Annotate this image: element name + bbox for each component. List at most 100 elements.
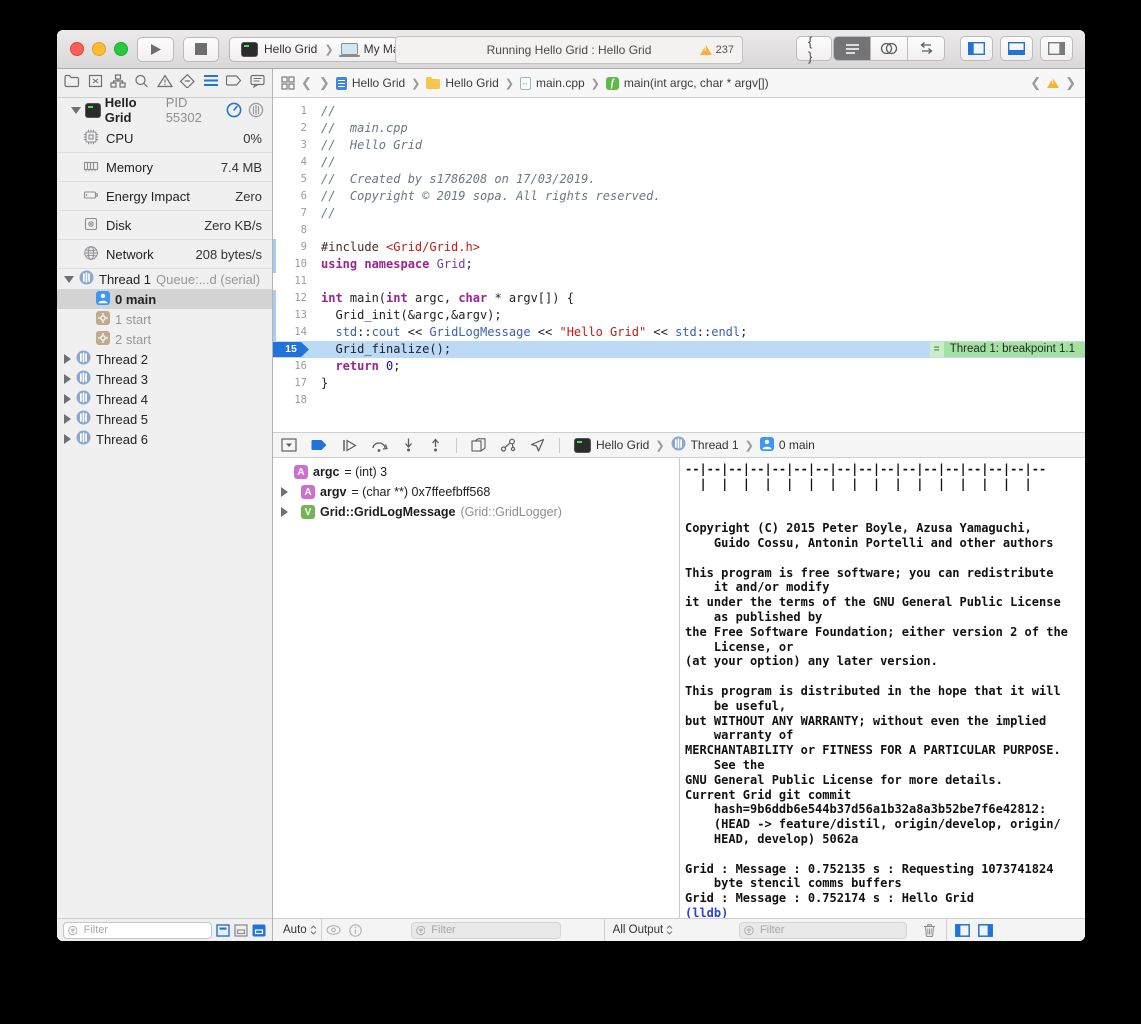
disclosure-triangle-icon[interactable] — [64, 434, 71, 444]
breakpoint-annotation[interactable]: =Thread 1: breakpoint 1.1 — [930, 342, 1085, 357]
line-number[interactable]: 18 — [273, 392, 307, 409]
gauge-row-disk[interactable]: DiskZero KB/s — [57, 210, 272, 239]
line-number[interactable]: 14 — [273, 324, 307, 341]
show-console-view-button[interactable] — [974, 924, 997, 937]
line-number[interactable]: 6 — [273, 188, 307, 205]
breadcrumb-group[interactable]: Hello Grid — [426, 76, 498, 90]
gauge-row-memory[interactable]: Memory7.4 MB — [57, 152, 272, 181]
breakpoints-toggle-icon[interactable] — [311, 439, 328, 451]
breadcrumb-file[interactable]: main.cpp — [520, 76, 585, 90]
step-over-icon[interactable] — [371, 439, 388, 452]
line-number[interactable]: 7 — [273, 205, 307, 222]
code-line[interactable]: 4// — [273, 154, 1085, 171]
standard-editor-button[interactable] — [834, 37, 870, 60]
thread-row[interactable]: Thread 5 — [57, 409, 272, 429]
code-line[interactable]: 18 — [273, 392, 1085, 409]
line-number[interactable]: 3 — [273, 137, 307, 154]
variable-row[interactable]: Aargc= (int) 3 — [273, 462, 679, 482]
disclosure-triangle-icon[interactable] — [64, 354, 71, 364]
symbol-navigator-tab[interactable] — [110, 74, 126, 93]
go-back-icon[interactable]: ❮ — [300, 75, 313, 91]
code-line[interactable]: 8 — [273, 222, 1085, 239]
line-number[interactable]: 17 — [273, 375, 307, 392]
disclosure-triangle-icon[interactable] — [281, 487, 296, 497]
thread-row[interactable]: Thread 1 Queue:...d (serial) — [57, 269, 272, 289]
variables-filter-field[interactable] — [411, 922, 561, 939]
filter-view-icon[interactable] — [252, 924, 266, 937]
lldb-prompt[interactable]: (lldb) — [685, 906, 1085, 918]
library-button[interactable]: { } — [796, 36, 832, 61]
gauge-row-cpu[interactable]: CPU0% — [57, 124, 272, 152]
line-number[interactable]: 9 — [273, 239, 307, 256]
debug-navigator-tab[interactable] — [203, 74, 219, 92]
disclosure-triangle-icon[interactable] — [64, 414, 71, 424]
debug-crumb-thread[interactable]: Thread 1 — [691, 438, 739, 452]
variable-row[interactable]: VGrid::GridLogMessage(Grid::GridLogger) — [273, 502, 679, 522]
line-number[interactable]: 4 — [273, 154, 307, 171]
stack-frame-row[interactable]: 0 main — [57, 289, 272, 309]
toggle-debug-area-button[interactable] — [1000, 36, 1033, 61]
code-line[interactable]: 2// main.cpp — [273, 120, 1085, 137]
disclosure-triangle-icon[interactable] — [281, 507, 296, 517]
variables-filter-input[interactable] — [429, 923, 555, 937]
close-window-button[interactable] — [70, 42, 84, 56]
line-number[interactable]: 16 — [273, 358, 307, 375]
next-issue-icon[interactable]: ❯ — [1064, 75, 1077, 91]
console-output[interactable]: --|--|--|--|--|--|--|--|--|--|--|--|--|-… — [680, 458, 1085, 918]
issue-warning-icon[interactable] — [1047, 78, 1059, 88]
line-number[interactable]: 2 — [273, 120, 307, 137]
console-output-popup[interactable]: All Output — [609, 924, 678, 936]
thread-row[interactable]: Thread 4 — [57, 389, 272, 409]
version-editor-button[interactable] — [907, 37, 944, 60]
thread-row[interactable]: Thread 2 — [57, 349, 272, 369]
console-filter-input[interactable] — [758, 923, 902, 937]
scheme-selector[interactable]: Hello Grid ❯ My Mac — [229, 37, 418, 62]
zoom-window-button[interactable] — [114, 42, 128, 56]
disclosure-triangle-icon[interactable] — [64, 394, 71, 404]
code-line[interactable]: 1// — [273, 103, 1085, 120]
line-number[interactable]: 10 — [273, 256, 307, 273]
code-line[interactable]: 17} — [273, 375, 1085, 392]
threads-mode-icon[interactable] — [248, 102, 264, 118]
debug-view-hierarchy-icon[interactable] — [471, 438, 486, 452]
clear-console-button[interactable] — [919, 923, 940, 937]
run-button[interactable] — [137, 37, 174, 62]
line-number[interactable]: 12 — [273, 290, 307, 307]
code-line[interactable]: 14 std::cout << GridLogMessage << "Hello… — [273, 324, 1085, 341]
line-number[interactable]: 11 — [273, 273, 307, 290]
disclosure-triangle-icon[interactable] — [64, 276, 74, 283]
filter-stack-frames-icon[interactable] — [234, 924, 248, 937]
line-number[interactable]: 13 — [273, 307, 307, 324]
stop-button[interactable] — [183, 37, 219, 62]
console-filter-field[interactable] — [739, 922, 907, 939]
test-navigator-tab[interactable] — [180, 74, 195, 93]
code-line[interactable]: 10using namespace Grid; — [273, 256, 1085, 273]
line-number[interactable]: 1 — [273, 103, 307, 120]
variables-scope-popup[interactable]: Auto — [279, 924, 321, 936]
debug-crumb-frame[interactable]: 0 main — [779, 438, 815, 452]
issues-badge[interactable]: 237 — [700, 44, 734, 56]
filter-running-icon[interactable] — [216, 924, 230, 937]
assistant-editor-button[interactable] — [870, 37, 907, 60]
code-line[interactable]: 9#include <Grid/Grid.h> — [273, 239, 1085, 256]
step-into-icon[interactable] — [402, 438, 415, 452]
breadcrumb-symbol[interactable]: f main(int argc, char * argv[]) — [606, 76, 769, 90]
code-line[interactable]: 3// Hello Grid — [273, 137, 1085, 154]
code-line[interactable]: 6// Copyright © 2019 sopa. All rights re… — [273, 188, 1085, 205]
find-navigator-tab[interactable] — [134, 74, 149, 93]
previous-issue-icon[interactable]: ❮ — [1029, 75, 1042, 91]
line-number[interactable]: 8 — [273, 222, 307, 239]
thread-row[interactable]: Thread 6 — [57, 429, 272, 449]
source-editor[interactable]: 1//2// main.cpp3// Hello Grid4//5// Crea… — [273, 98, 1085, 432]
go-forward-icon[interactable]: ❯ — [318, 75, 331, 91]
breakpoint-navigator-tab[interactable] — [226, 74, 242, 92]
toggle-inspector-button[interactable] — [1040, 36, 1073, 61]
hide-debug-area-icon[interactable] — [281, 438, 297, 452]
process-row[interactable]: Hello Grid PID 55302 — [57, 98, 272, 122]
gauge-row-network[interactable]: Network208 bytes/s — [57, 239, 272, 268]
related-items-icon[interactable] — [281, 76, 295, 90]
code-line[interactable]: 11 — [273, 273, 1085, 290]
simulate-location-icon[interactable] — [530, 438, 545, 452]
code-line[interactable]: 5// Created by s1786208 on 17/03/2019. — [273, 171, 1085, 188]
debug-memory-graph-icon[interactable] — [500, 438, 516, 452]
